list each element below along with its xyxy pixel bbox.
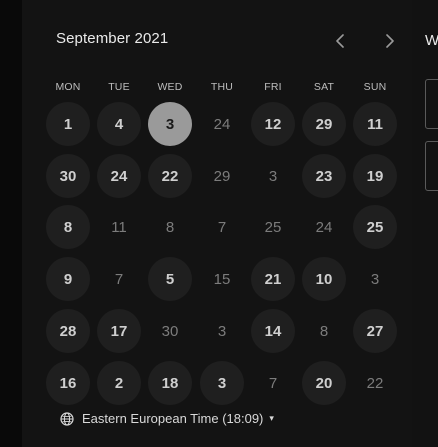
calendar-day-button: 29 bbox=[213, 167, 231, 185]
calendar-day-button: 7 bbox=[268, 374, 278, 392]
calendar-day-button[interactable]: 4 bbox=[97, 102, 141, 146]
calendar-day-button: 22 bbox=[366, 374, 384, 392]
calendar-day-button[interactable]: 8 bbox=[46, 205, 90, 249]
weekday-label-wed: WED bbox=[157, 81, 183, 93]
time-panel-heading: W bbox=[425, 32, 438, 49]
calendar-day-button[interactable]: 21 bbox=[251, 257, 295, 301]
time-slot-button[interactable] bbox=[425, 141, 438, 191]
calendar-day-button[interactable]: 30 bbox=[46, 154, 90, 198]
weekday-label-sat: SAT bbox=[313, 81, 335, 93]
calendar-day-button: 24 bbox=[315, 218, 333, 236]
calendar-day-button[interactable]: 1 bbox=[46, 102, 90, 146]
calendar-day-button[interactable]: 27 bbox=[353, 309, 397, 353]
calendar-day-button[interactable]: 5 bbox=[148, 257, 192, 301]
month-title: September 2021 bbox=[56, 30, 169, 47]
calendar-day-button[interactable]: 9 bbox=[46, 257, 90, 301]
calendar-day-button: 11 bbox=[111, 218, 127, 236]
calendar-day-button: 7 bbox=[217, 218, 227, 236]
calendar-day-button: 3 bbox=[268, 167, 278, 185]
weekday-label-thu: THU bbox=[210, 81, 234, 93]
calendar-day-button[interactable]: 28 bbox=[46, 309, 90, 353]
calendar-day-button[interactable]: 18 bbox=[148, 361, 192, 405]
selected-day-button[interactable]: 3 bbox=[148, 102, 192, 146]
left-edge-strip bbox=[0, 0, 23, 447]
weekday-label-fri: FRI bbox=[264, 81, 282, 93]
time-slot-button[interactable] bbox=[425, 79, 438, 129]
calendar-day-button: 7 bbox=[114, 270, 124, 288]
calendar-day-button: 8 bbox=[165, 218, 175, 236]
calendar-day-button[interactable]: 2 bbox=[97, 361, 141, 405]
timezone-selector[interactable]: Eastern European Time (18:09) ▾ bbox=[60, 411, 274, 426]
calendar-day-button[interactable]: 10 bbox=[302, 257, 346, 301]
calendar-day-button[interactable]: 29 bbox=[302, 102, 346, 146]
previous-month-button[interactable] bbox=[329, 30, 351, 52]
timezone-label: Eastern European Time (18:09) bbox=[82, 411, 264, 426]
calendar-day-button: 3 bbox=[217, 322, 227, 340]
calendar-day-button[interactable]: 20 bbox=[302, 361, 346, 405]
calendar-day-button[interactable]: 12 bbox=[251, 102, 295, 146]
calendar-day-button[interactable]: 11 bbox=[353, 102, 397, 146]
weekday-label-tue: TUE bbox=[108, 81, 130, 93]
chevron-right-icon bbox=[386, 34, 394, 48]
weekday-label-mon: MON bbox=[55, 81, 81, 93]
dropdown-caret-icon: ▾ bbox=[269, 413, 274, 423]
globe-icon bbox=[60, 411, 74, 426]
calendar-day-button[interactable]: 3 bbox=[200, 361, 244, 405]
calendar-day-button: 3 bbox=[370, 270, 380, 288]
calendar-day-button[interactable]: 17 bbox=[97, 309, 141, 353]
time-slot-column bbox=[412, 0, 438, 447]
calendar-day-button: 30 bbox=[161, 322, 179, 340]
calendar-day-button[interactable]: 22 bbox=[148, 154, 192, 198]
calendar-day-button[interactable]: 23 bbox=[302, 154, 346, 198]
calendar-day-button[interactable]: 16 bbox=[46, 361, 90, 405]
calendar-day-button[interactable]: 24 bbox=[97, 154, 141, 198]
weekday-label-sun: SUN bbox=[363, 81, 387, 93]
calendar-day-button[interactable]: 25 bbox=[353, 205, 397, 249]
calendar-day-button: 15 bbox=[213, 270, 231, 288]
next-month-button[interactable] bbox=[379, 30, 401, 52]
calendar-day-button: 24 bbox=[213, 115, 231, 133]
chevron-left-icon bbox=[336, 34, 344, 48]
calendar-day-button: 8 bbox=[319, 322, 329, 340]
calendar-day-button[interactable]: 19 bbox=[353, 154, 397, 198]
calendar-day-button: 25 bbox=[264, 218, 282, 236]
calendar-day-button[interactable]: 14 bbox=[251, 309, 295, 353]
